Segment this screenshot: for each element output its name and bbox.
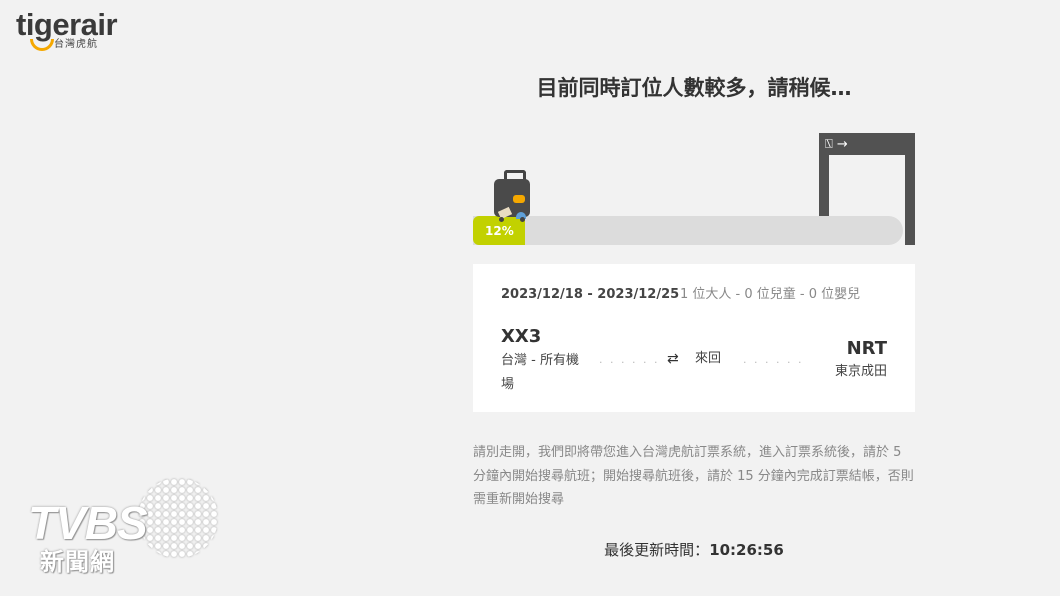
- queue-progress-bar: 12%: [473, 216, 903, 245]
- destination-name: 東京成田: [834, 364, 887, 379]
- luggage-wheel: [499, 217, 504, 222]
- passenger-count: 1 位大人 - 0 位兒童 - 0 位嬰兒: [680, 287, 861, 302]
- route-dots-left: · · · · · ·: [599, 356, 660, 369]
- logo-subtitle: 台灣虎航: [54, 39, 98, 50]
- tigerair-logo[interactable]: tigerair 台灣虎航: [16, 8, 126, 52]
- gate-sign-icon: ⍂ →: [825, 137, 848, 152]
- logo-wordmark: tigerair: [16, 7, 118, 42]
- progress-label: 12%: [485, 224, 514, 238]
- last-updated: 最後更新時間：10:26:56: [473, 539, 915, 561]
- origin-name: 台灣 - 所有機場: [501, 353, 579, 392]
- origin-code: XX3: [501, 326, 542, 347]
- last-updated-label: 最後更新時間：: [604, 541, 710, 559]
- watermark-dots: [138, 478, 218, 558]
- luggage-body: [494, 179, 530, 220]
- page-title: 目前同時訂位人數較多，請稍候…: [536, 76, 852, 100]
- queue-notice: 請別走開，我們即將帶您進入台灣虎航訂票系統，進入訂票系統後，請於 5 分鐘內開始…: [473, 445, 914, 507]
- logo-smile-icon: [30, 39, 54, 51]
- luggage-icon: [494, 170, 532, 222]
- tvbs-watermark: TVBS 新聞網: [28, 478, 218, 582]
- booking-summary-card: 2023/12/18 - 2023/12/25 1 位大人 - 0 位兒童 - …: [473, 264, 915, 412]
- route-dots-right: · · · · · ·: [743, 356, 804, 369]
- travel-dates: 2023/12/18 - 2023/12/25: [501, 287, 680, 302]
- watermark-logo: TVBS: [28, 497, 148, 549]
- round-trip-icon: ⇄: [667, 351, 679, 367]
- trip-type: 來回: [695, 351, 722, 366]
- destination-code: NRT: [846, 338, 887, 359]
- last-updated-time: 10:26:56: [709, 541, 784, 559]
- watermark-subtitle: 新聞網: [40, 548, 115, 576]
- luggage-sticker: [513, 195, 525, 203]
- luggage-wheel: [520, 217, 525, 222]
